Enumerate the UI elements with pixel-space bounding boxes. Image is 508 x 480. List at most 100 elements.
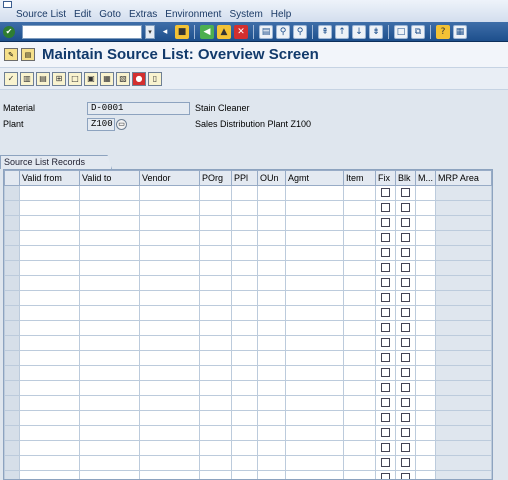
cell-oun[interactable] bbox=[257, 395, 286, 411]
cell-porg[interactable] bbox=[199, 380, 232, 396]
print-icon[interactable]: ▤ bbox=[259, 24, 273, 39]
copy-icon[interactable]: ▣ bbox=[84, 71, 98, 86]
cell-porg[interactable] bbox=[199, 350, 232, 366]
cell-item[interactable] bbox=[343, 290, 376, 306]
cell-mrp-area[interactable] bbox=[435, 200, 492, 216]
details-icon[interactable]: ▯ bbox=[148, 71, 162, 86]
cell-agmt[interactable] bbox=[285, 320, 344, 336]
cell-porg[interactable] bbox=[199, 425, 232, 441]
cell-item[interactable] bbox=[343, 440, 376, 456]
cell-valid-from[interactable] bbox=[19, 350, 80, 366]
cell-vendor[interactable] bbox=[139, 350, 200, 366]
cell-oun[interactable] bbox=[257, 230, 286, 246]
cell-agmt[interactable] bbox=[285, 290, 344, 306]
block-checkbox[interactable] bbox=[401, 338, 410, 348]
cell-ppl[interactable] bbox=[231, 425, 258, 441]
cell-m[interactable] bbox=[415, 395, 436, 411]
cell-porg[interactable] bbox=[199, 335, 232, 351]
help-icon[interactable]: ? bbox=[436, 24, 450, 39]
delete-row-icon[interactable]: ▥ bbox=[20, 71, 34, 86]
row-selector[interactable] bbox=[4, 185, 20, 201]
cell-vendor[interactable] bbox=[139, 215, 200, 231]
fix-checkbox[interactable] bbox=[381, 458, 390, 468]
cell-valid-to[interactable] bbox=[79, 185, 140, 201]
cell-item[interactable] bbox=[343, 455, 376, 471]
cell-valid-from[interactable] bbox=[19, 395, 80, 411]
cell-valid-from[interactable] bbox=[19, 380, 80, 396]
enter-icon[interactable]: ✔ bbox=[3, 25, 15, 38]
cell-vendor[interactable] bbox=[139, 455, 200, 471]
cell-mrp-area[interactable] bbox=[435, 260, 492, 276]
fix-checkbox[interactable] bbox=[381, 398, 390, 408]
cell-valid-to[interactable] bbox=[79, 380, 140, 396]
cell-agmt[interactable] bbox=[285, 260, 344, 276]
fix-checkbox[interactable] bbox=[381, 203, 390, 213]
check-icon[interactable]: ✓ bbox=[4, 71, 18, 86]
fix-checkbox[interactable] bbox=[381, 368, 390, 378]
cell-m[interactable] bbox=[415, 200, 436, 216]
possible-entries-icon[interactable]: ▭ bbox=[116, 118, 127, 130]
cell-agmt[interactable] bbox=[285, 335, 344, 351]
cell-valid-from[interactable] bbox=[19, 425, 80, 441]
cell-oun[interactable] bbox=[257, 290, 286, 306]
cell-ppl[interactable] bbox=[231, 365, 258, 381]
column-fix[interactable]: Fix bbox=[375, 170, 396, 186]
block-checkbox[interactable] bbox=[401, 413, 410, 423]
cell-vendor[interactable] bbox=[139, 245, 200, 261]
cancel-icon[interactable]: ✕ bbox=[234, 24, 248, 39]
row-selector[interactable] bbox=[4, 290, 20, 306]
cell-valid-from[interactable] bbox=[19, 470, 80, 479]
cell-valid-to[interactable] bbox=[79, 455, 140, 471]
cell-valid-to[interactable] bbox=[79, 365, 140, 381]
cell-ppl[interactable] bbox=[231, 275, 258, 291]
row-selector[interactable] bbox=[4, 275, 20, 291]
row-selector[interactable] bbox=[4, 335, 20, 351]
block-checkbox[interactable] bbox=[401, 473, 410, 479]
cell-oun[interactable] bbox=[257, 350, 286, 366]
cell-oun[interactable] bbox=[257, 260, 286, 276]
cell-porg[interactable] bbox=[199, 245, 232, 261]
cell-vendor[interactable] bbox=[139, 380, 200, 396]
cell-m[interactable] bbox=[415, 185, 436, 201]
cell-mrp-area[interactable] bbox=[435, 410, 492, 426]
cell-ppl[interactable] bbox=[231, 260, 258, 276]
fix-checkbox[interactable] bbox=[381, 413, 390, 423]
cell-ppl[interactable] bbox=[231, 320, 258, 336]
cell-m[interactable] bbox=[415, 335, 436, 351]
cell-mrp-area[interactable] bbox=[435, 470, 492, 479]
cell-oun[interactable] bbox=[257, 380, 286, 396]
cell-item[interactable] bbox=[343, 335, 376, 351]
cell-mrp-area[interactable] bbox=[435, 305, 492, 321]
column-mrp-area[interactable]: MRP Area bbox=[435, 170, 492, 186]
cell-item[interactable] bbox=[343, 275, 376, 291]
block-checkbox[interactable] bbox=[401, 443, 410, 453]
fix-checkbox[interactable] bbox=[381, 353, 390, 363]
block-checkbox[interactable] bbox=[401, 323, 410, 333]
cell-vendor[interactable] bbox=[139, 320, 200, 336]
block-checkbox[interactable] bbox=[401, 233, 410, 243]
cell-valid-to[interactable] bbox=[79, 350, 140, 366]
column-m[interactable]: M... bbox=[415, 170, 436, 186]
cell-item[interactable] bbox=[343, 245, 376, 261]
row-selector[interactable] bbox=[4, 455, 20, 471]
cell-item[interactable] bbox=[343, 260, 376, 276]
row-selector[interactable] bbox=[4, 470, 20, 479]
cell-item[interactable] bbox=[343, 305, 376, 321]
cell-vendor[interactable] bbox=[139, 185, 200, 201]
cell-ppl[interactable] bbox=[231, 410, 258, 426]
cell-porg[interactable] bbox=[199, 395, 232, 411]
block-checkbox[interactable] bbox=[401, 308, 410, 318]
cell-valid-from[interactable] bbox=[19, 200, 80, 216]
cell-porg[interactable] bbox=[199, 230, 232, 246]
row-selector[interactable] bbox=[4, 350, 20, 366]
column-valid-from[interactable]: Valid from bbox=[19, 170, 80, 186]
row-selector[interactable] bbox=[4, 395, 20, 411]
cell-agmt[interactable] bbox=[285, 185, 344, 201]
cell-agmt[interactable] bbox=[285, 470, 344, 479]
column-porg[interactable]: POrg bbox=[199, 170, 232, 186]
row-selector[interactable] bbox=[4, 200, 20, 216]
plant-field[interactable]: Z100 bbox=[87, 117, 115, 131]
cell-agmt[interactable] bbox=[285, 410, 344, 426]
cell-ppl[interactable] bbox=[231, 305, 258, 321]
cell-vendor[interactable] bbox=[139, 335, 200, 351]
